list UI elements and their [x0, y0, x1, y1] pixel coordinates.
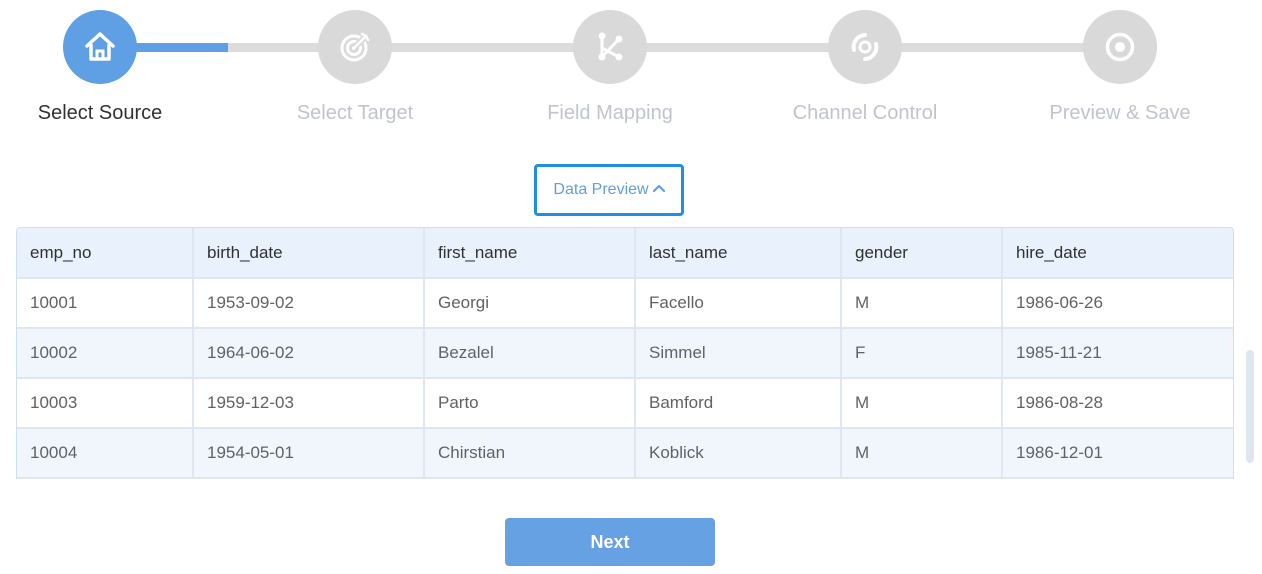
table-header-row: emp_no birth_date first_name last_name g…: [17, 228, 1233, 279]
table-cell: Parto: [424, 378, 636, 429]
step-progress: Select Source Select Target Field Mappin…: [0, 0, 1262, 140]
step-2-label: Select Target: [296, 102, 414, 124]
table-cell: 1964-06-02: [193, 328, 425, 379]
table-cell: [193, 478, 425, 479]
data-preview-table: emp_no birth_date first_name last_name g…: [16, 227, 1234, 479]
table-cell: 10003: [17, 378, 194, 429]
column-header-last-name: last_name: [635, 228, 842, 279]
table-cell: [635, 478, 842, 479]
chevron-up-icon: [652, 184, 665, 192]
scrollbar-thumb[interactable]: [1246, 350, 1254, 463]
eye-icon: [1105, 32, 1135, 62]
wizard-page: Select Source Select Target Field Mappin…: [0, 0, 1262, 574]
column-header-first-name: first_name: [424, 228, 636, 279]
step-4-label: Channel Control: [792, 102, 938, 124]
step-5-circle[interactable]: [1083, 10, 1157, 84]
table-cell: 1959-12-03: [193, 378, 425, 429]
table-cell: Georgi: [424, 278, 636, 329]
table-cell: Simmel: [635, 328, 842, 379]
table-cell: 10001: [17, 278, 194, 329]
channel-icon: [851, 33, 879, 61]
table-cell: [424, 478, 636, 479]
table-row: 10002 1964-06-02 Bezalel Simmel F 1985-1…: [17, 328, 1233, 379]
table-cell: [17, 478, 194, 479]
table-cell: Bamford: [635, 378, 842, 429]
column-header-emp-no: emp_no: [17, 228, 194, 279]
table-row: 10003 1959-12-03 Parto Bamford M 1986-08…: [17, 378, 1233, 429]
home-icon: [85, 32, 115, 61]
data-preview-label: Data Preview: [553, 181, 649, 198]
table-cell: 1986-12-01: [1002, 428, 1233, 479]
table-cell: 10004: [17, 428, 194, 479]
step-4-circle[interactable]: [828, 10, 902, 84]
table-cell: M: [841, 278, 1003, 329]
table-cell: Koblick: [635, 428, 842, 479]
step-3-label: Field Mapping: [547, 102, 673, 124]
table-cell: Bezalel: [424, 328, 636, 379]
table-row: 10001 1953-09-02 Georgi Facello M 1986-0…: [17, 278, 1233, 329]
step-2-circle[interactable]: [318, 10, 392, 84]
branch-icon: [598, 32, 623, 61]
target-icon: [340, 32, 370, 62]
table-cell: M: [841, 428, 1003, 479]
table-cell: Facello: [635, 278, 842, 329]
table-cell: 1985-11-21: [1002, 328, 1233, 379]
column-header-birth-date: birth_date: [193, 228, 425, 279]
table-cell: 1954-05-01: [193, 428, 425, 479]
step-1-circle[interactable]: [63, 10, 137, 84]
table-cell: [1002, 478, 1233, 479]
table-cell: F: [841, 328, 1003, 379]
data-preview-toggle[interactable]: Data Preview: [534, 164, 684, 216]
column-header-hire-date: hire_date: [1002, 228, 1233, 279]
column-header-gender: gender: [841, 228, 1003, 279]
next-button[interactable]: Next: [505, 518, 715, 566]
table-row: 10004 1954-05-01 Chirstian Koblick M 198…: [17, 428, 1233, 479]
step-3-circle[interactable]: [573, 10, 647, 84]
step-1-label: Select Source: [37, 102, 163, 124]
table-cell: 1986-08-28: [1002, 378, 1233, 429]
table-cell: 1953-09-02: [193, 278, 425, 329]
table-row: [17, 478, 1233, 479]
table-cell: [841, 478, 1003, 479]
table-cell: M: [841, 378, 1003, 429]
step-5-label: Preview & Save: [1049, 102, 1191, 124]
table-scrollbar[interactable]: [1244, 227, 1256, 477]
table-cell: 1986-06-26: [1002, 278, 1233, 329]
table-cell: Chirstian: [424, 428, 636, 479]
table-cell: 10002: [17, 328, 194, 379]
